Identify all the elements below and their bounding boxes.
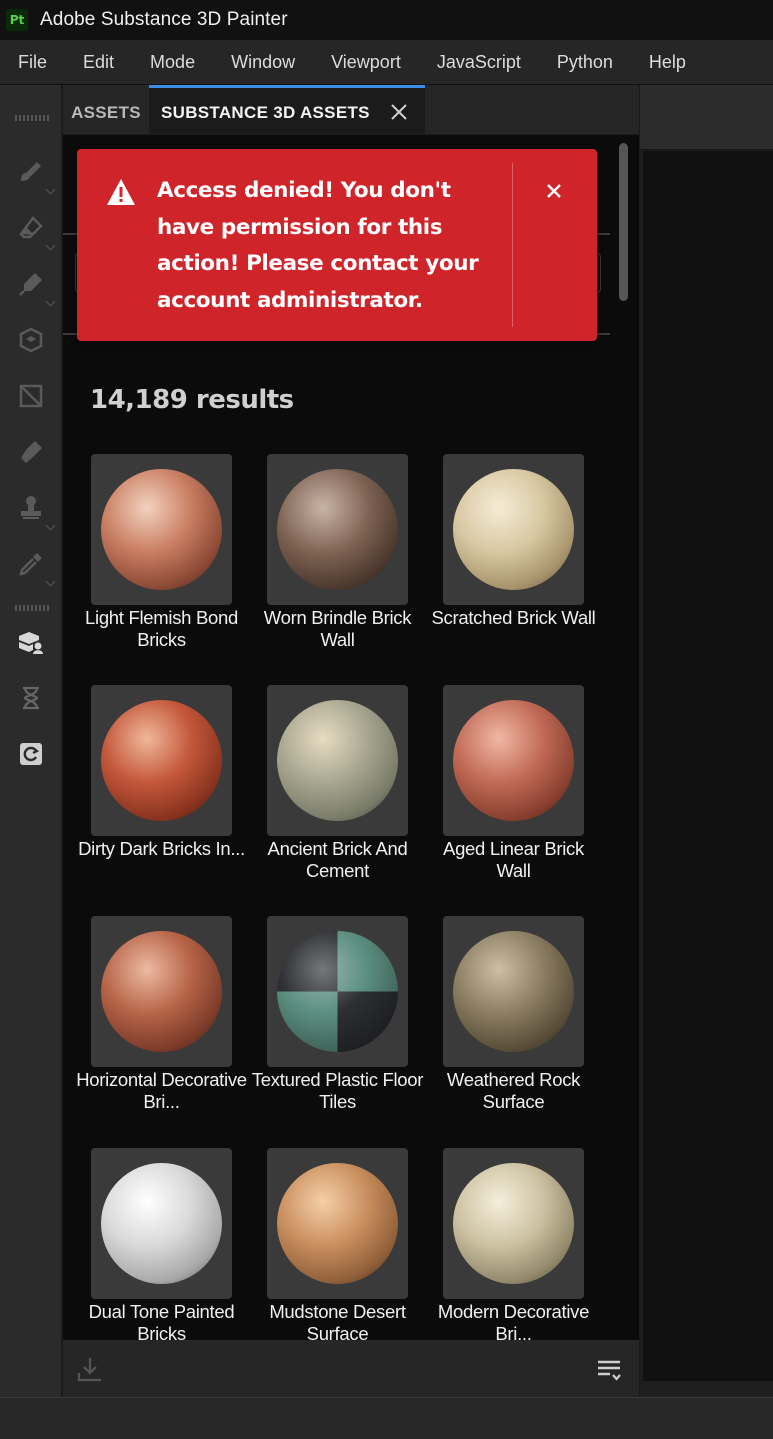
asset-thumbnail <box>91 454 232 605</box>
material-sphere <box>101 469 222 590</box>
toast-divider <box>512 163 513 327</box>
material-sphere <box>101 931 222 1052</box>
asset-card[interactable]: Aged Linear Brick Wall <box>443 685 619 915</box>
material-sphere <box>277 469 398 590</box>
toolbar-grip[interactable] <box>15 605 49 611</box>
sort-icon[interactable] <box>594 1355 624 1385</box>
history-icon[interactable] <box>14 681 48 715</box>
right-dock-header <box>640 85 773 150</box>
asset-thumbnail <box>267 685 408 836</box>
asset-thumbnail <box>443 685 584 836</box>
asset-thumbnail <box>443 454 584 605</box>
asset-card[interactable]: Dirty Dark Bricks In... <box>78 685 267 915</box>
menu-viewport[interactable]: Viewport <box>313 40 419 85</box>
asset-label: Textured Plastic Floor Tiles <box>251 1069 424 1112</box>
material-sphere <box>453 700 574 821</box>
asset-thumbnail <box>267 454 408 605</box>
asset-card[interactable]: Mudstone Desert Surface <box>267 1148 443 1340</box>
menu-mode[interactable]: Mode <box>132 40 213 85</box>
warning-icon <box>105 177 137 207</box>
material-sphere <box>277 931 398 1052</box>
menu-bar: File Edit Mode Window Viewport JavaScrip… <box>0 40 773 85</box>
tab-substance-3d-assets[interactable]: SUBSTANCE 3D ASSETS <box>149 85 425 135</box>
app-logo: Pt <box>6 9 28 31</box>
asset-thumbnail <box>267 916 408 1067</box>
asset-thumbnail <box>91 685 232 836</box>
asset-label: Worn Brindle Brick Wall <box>263 607 412 650</box>
asset-label: Mudstone Desert Surface <box>269 1301 406 1340</box>
asset-card[interactable]: Textured Plastic Floor Tiles <box>252 916 443 1146</box>
asset-card[interactable]: Modern Decorative Bri... <box>438 1148 619 1340</box>
status-bar <box>0 1397 773 1439</box>
error-toast: Access denied! You don't have permission… <box>77 149 597 341</box>
material-sphere <box>453 469 574 590</box>
material-sphere <box>453 931 574 1052</box>
asset-card[interactable]: Worn Brindle Brick Wall <box>264 454 443 684</box>
asset-label: Scratched Brick Wall <box>431 607 596 628</box>
asset-label: Light Flemish Bond Bricks <box>85 607 238 650</box>
clone-icon[interactable] <box>14 491 56 531</box>
tool-bar <box>0 85 62 1397</box>
sync-icon[interactable] <box>14 737 48 771</box>
asset-label: Dirty Dark Bricks In... <box>78 838 245 859</box>
menu-edit[interactable]: Edit <box>65 40 132 85</box>
toast-message: Access denied! You don't have permission… <box>157 178 479 313</box>
results-count: 14,189 results <box>90 385 294 415</box>
asset-card[interactable]: Dual Tone Painted Bricks <box>89 1148 267 1340</box>
substance-3d-assets-icon[interactable] <box>14 625 48 659</box>
asset-card[interactable]: Light Flemish Bond Bricks <box>85 454 267 684</box>
material-sphere <box>277 700 398 821</box>
assets-panel: ASSETS SUBSTANCE 3D ASSETS Access denied… <box>63 85 639 1397</box>
projection-icon[interactable] <box>14 267 56 307</box>
asset-label: Aged Linear Brick Wall <box>443 838 584 881</box>
import-icon[interactable] <box>75 1355 105 1385</box>
material-sphere <box>101 700 222 821</box>
title-bar: Pt Adobe Substance 3D Painter <box>0 0 773 40</box>
tab-assets[interactable]: ASSETS <box>63 85 149 135</box>
color-picker-icon[interactable] <box>14 547 56 587</box>
asset-thumbnail <box>443 1148 584 1299</box>
panel-bottom-bar <box>63 1340 639 1397</box>
asset-card[interactable]: Ancient Brick And Cement <box>267 685 443 915</box>
asset-card[interactable]: Scratched Brick Wall <box>432 454 619 684</box>
panel-tab-bar: ASSETS SUBSTANCE 3D ASSETS <box>63 85 639 135</box>
asset-thumbnail <box>443 916 584 1067</box>
asset-label: Modern Decorative Bri... <box>437 1301 590 1340</box>
asset-thumbnail <box>267 1148 408 1299</box>
smudge-icon[interactable] <box>14 435 48 469</box>
material-sphere <box>453 1163 574 1284</box>
close-icon[interactable] <box>388 101 410 123</box>
asset-card[interactable]: Horizontal Decorative Bri... <box>76 916 267 1146</box>
material-sphere <box>101 1163 222 1284</box>
menu-window[interactable]: Window <box>213 40 313 85</box>
right-dock <box>640 85 773 1397</box>
right-dock-body <box>643 151 773 1381</box>
eraser-icon[interactable] <box>14 211 56 251</box>
menu-help[interactable]: Help <box>631 40 704 85</box>
close-icon[interactable] <box>543 180 565 202</box>
geometry-mask-icon[interactable] <box>14 323 48 357</box>
asset-card[interactable]: Weathered Rock Surface <box>443 916 619 1146</box>
app-title: Adobe Substance 3D Painter <box>40 9 288 30</box>
asset-label: Ancient Brick And Cement <box>267 838 408 881</box>
toolbar-grip[interactable] <box>15 115 49 121</box>
polygon-fill-icon[interactable] <box>14 379 48 413</box>
panel-content: Access denied! You don't have permission… <box>63 135 639 1340</box>
material-sphere <box>277 1163 398 1284</box>
asset-label: Dual Tone Painted Bricks <box>88 1301 235 1340</box>
asset-label: Weathered Rock Surface <box>446 1069 581 1112</box>
menu-python[interactable]: Python <box>539 40 631 85</box>
menu-javascript[interactable]: JavaScript <box>419 40 539 85</box>
asset-label: Horizontal Decorative Bri... <box>76 1069 247 1112</box>
asset-thumbnail <box>91 1148 232 1299</box>
scrollbar-thumb[interactable] <box>619 143 628 301</box>
paint-brush-icon[interactable] <box>14 155 56 195</box>
menu-file[interactable]: File <box>0 40 65 85</box>
asset-thumbnail <box>91 916 232 1067</box>
